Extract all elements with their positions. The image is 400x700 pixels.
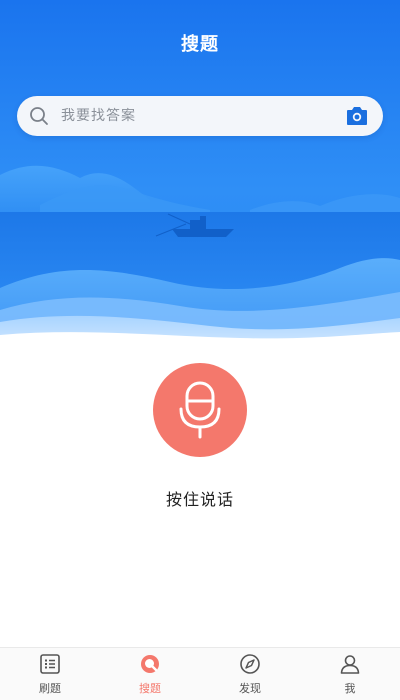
voice-record-button[interactable] — [153, 363, 247, 457]
tab-label: 发现 — [239, 682, 261, 695]
bottom-tab-bar: 刷题 搜题 发现 我 — [0, 647, 400, 700]
user-icon — [340, 655, 360, 674]
microphone-icon — [179, 381, 221, 439]
hold-to-speak-label: 按住说话 — [165, 490, 234, 509]
search-circle-icon — [141, 655, 159, 673]
compass-icon — [240, 654, 260, 674]
search-input[interactable]: 我要找答案 — [17, 96, 383, 136]
list-icon — [40, 654, 60, 674]
tab-practice[interactable]: 刷题 — [0, 648, 100, 700]
tab-label: 我 — [344, 682, 356, 695]
search-icon — [30, 107, 48, 125]
tab-label: 刷题 — [39, 682, 61, 695]
tab-discover[interactable]: 发现 — [200, 648, 300, 700]
tab-me[interactable]: 我 — [300, 648, 400, 700]
tab-search[interactable]: 搜题 — [100, 648, 200, 700]
hero-banner: 搜题 我要找答案 — [0, 0, 400, 345]
tab-label: 搜题 — [139, 682, 161, 695]
search-placeholder: 我要找答案 — [61, 108, 136, 124]
camera-icon[interactable] — [345, 105, 369, 127]
page-title: 搜题 — [181, 34, 219, 55]
search-screen: 搜题 我要找答案 按住说话 刷题 搜题 发现 我 — [0, 0, 400, 700]
